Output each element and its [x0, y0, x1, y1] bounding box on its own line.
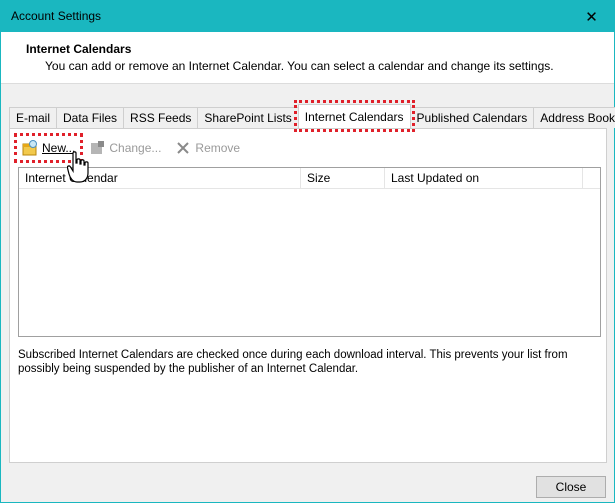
tab-published-calendars[interactable]: Published Calendars — [409, 107, 535, 128]
remove-x-icon — [175, 140, 191, 156]
tab-sharepoint-lists[interactable]: SharePoint Lists — [197, 107, 299, 128]
tab-data-files[interactable]: Data Files — [56, 107, 125, 128]
toolbar: New... Change... Remove — [13, 133, 250, 163]
hand-cursor-icon — [67, 151, 89, 183]
calendar-list[interactable]: Internet Calendar Size Last Updated on — [18, 167, 601, 337]
title-bar: Account Settings ✕ — [1, 1, 614, 32]
tab-rss-feeds[interactable]: RSS Feeds — [123, 107, 199, 128]
change-icon — [89, 140, 105, 156]
account-settings-window: Account Settings ✕ Internet Calendars Yo… — [0, 0, 615, 503]
column-internet-calendar[interactable]: Internet Calendar — [19, 168, 301, 189]
tab-email[interactable]: E-mail — [9, 107, 58, 128]
remove-button[interactable]: Remove — [171, 137, 244, 159]
column-last-updated[interactable]: Last Updated on — [385, 168, 583, 189]
window-title: Account Settings — [11, 9, 102, 23]
tab-panel: New... Change... Remove Internet Calenda… — [9, 128, 607, 463]
section-description: You can add or remove an Internet Calend… — [45, 59, 554, 73]
close-button[interactable]: Close — [536, 476, 606, 498]
header-area: Internet Calendars You can add or remove… — [1, 32, 614, 84]
tab-address-books[interactable]: Address Books — [533, 107, 615, 128]
section-title: Internet Calendars — [26, 42, 132, 56]
change-button-label: Change... — [109, 141, 162, 155]
change-button[interactable]: Change... — [85, 137, 165, 159]
window-close-icon[interactable]: ✕ — [569, 1, 614, 32]
new-calendar-icon — [22, 140, 38, 156]
info-text: Subscribed Internet Calendars are checke… — [18, 349, 568, 375]
tab-strip: E-mail Data Files RSS Feeds SharePoint L… — [9, 100, 615, 132]
tab-internet-calendars[interactable]: Internet Calendars — [293, 100, 415, 132]
column-size[interactable]: Size — [301, 168, 385, 189]
list-header: Internet Calendar Size Last Updated on — [19, 168, 600, 189]
remove-button-label: Remove — [195, 141, 241, 155]
